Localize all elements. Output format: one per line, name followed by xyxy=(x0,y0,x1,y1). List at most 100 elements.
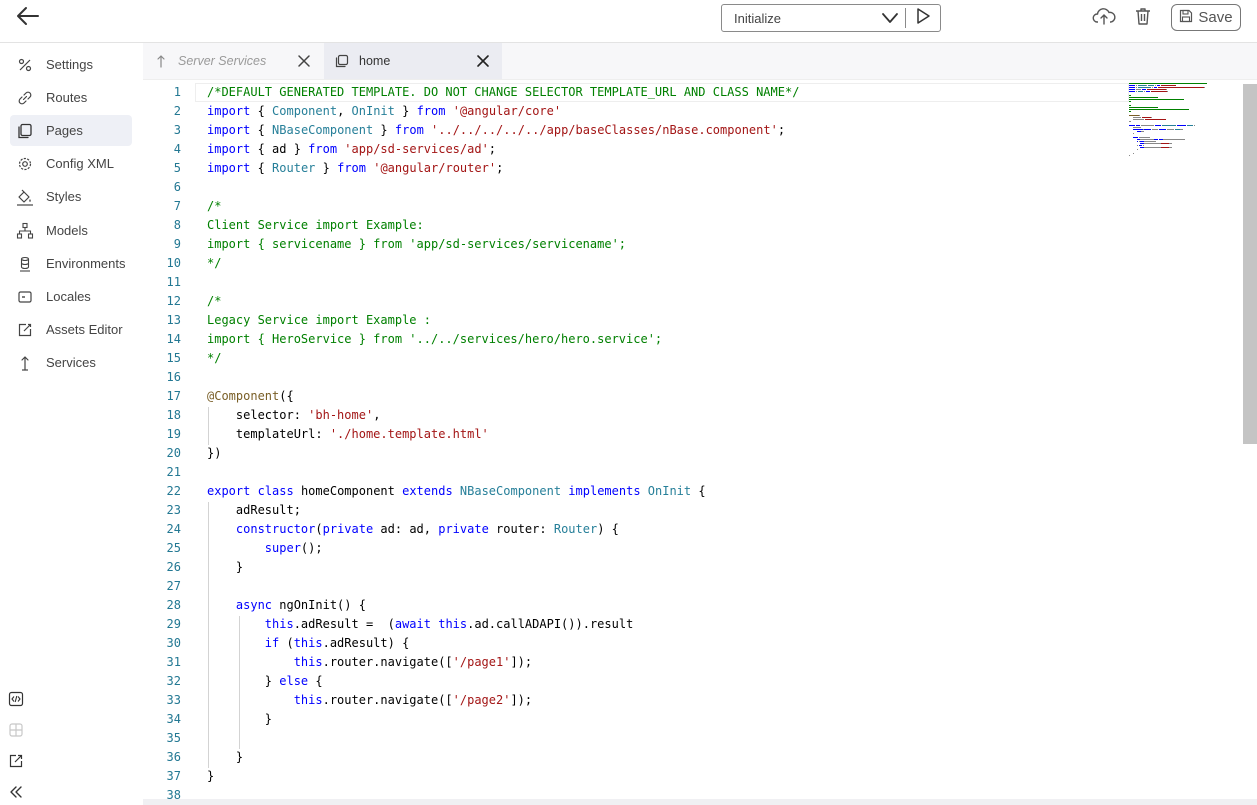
minimap-token xyxy=(1135,89,1142,90)
code-token: export xyxy=(207,484,251,498)
tab-server-services[interactable]: Server Services xyxy=(143,43,323,79)
open-external-button[interactable] xyxy=(6,753,26,773)
minimap-token xyxy=(1146,91,1150,92)
code-line: */ xyxy=(207,254,221,273)
code-line: selector: 'bh-home', xyxy=(207,406,381,425)
sidebar-item-models[interactable]: Models xyxy=(10,215,132,246)
models-hierarchy-icon xyxy=(16,222,34,240)
code-view-button[interactable] xyxy=(6,691,26,711)
code-token: .ad.callADAPI()).result xyxy=(467,617,634,631)
close-icon[interactable] xyxy=(295,52,313,70)
minimap-token xyxy=(1168,143,1172,144)
minimap-token xyxy=(1163,139,1186,140)
sidebar-item-styles[interactable]: Styles xyxy=(10,181,132,212)
sidebar-item-assets-editor[interactable]: Assets Editor xyxy=(10,314,132,345)
minimap-token xyxy=(1145,119,1167,120)
minimap-token xyxy=(1193,125,1195,126)
code-token: ; xyxy=(496,161,504,175)
sidebar-item-routes[interactable]: Routes xyxy=(10,82,132,113)
line-number: 6 xyxy=(173,180,181,194)
code-line: /*DEFAULT GENERATED TEMPLATE. DO NOT CHA… xyxy=(207,83,799,102)
run-button[interactable] xyxy=(906,5,940,31)
minimap-token xyxy=(1150,117,1152,118)
minimap-token xyxy=(1156,85,1161,86)
line-number: 34 xyxy=(166,712,181,726)
code-token: async xyxy=(235,598,273,612)
vertical-scrollbar[interactable] xyxy=(1243,84,1257,444)
sidebar-item-config-xml[interactable]: Config XML xyxy=(10,148,132,179)
code-editor[interactable]: 1 2 3 4 5 6 7 8 9 10 11 12 13 14 15 16 17 18 19 20 21 22 23 24 2… xyxy=(143,79,1257,799)
code-token: this xyxy=(293,636,323,650)
action-select[interactable]: Initialize xyxy=(722,5,905,31)
minimap-token xyxy=(1140,139,1154,140)
code-line: import { Router } from '@angular/router'… xyxy=(207,159,503,178)
code-line: templateUrl: './home.template.html' xyxy=(207,425,489,444)
minimap-token xyxy=(1144,147,1162,148)
code-line: @Component({ xyxy=(207,387,294,406)
code-line: this.adResult = (await this.ad.callADAPI… xyxy=(207,615,634,634)
minimap-token xyxy=(1135,87,1137,88)
tab-home[interactable]: home xyxy=(324,43,502,79)
sidebar-item-pages[interactable]: Pages xyxy=(10,115,132,146)
minimap-token xyxy=(1153,139,1159,140)
code-token: ) { xyxy=(597,522,619,536)
code-line: /* xyxy=(207,197,221,216)
horizontal-scrollbar-track[interactable] xyxy=(143,799,1257,805)
code-token: selector: xyxy=(207,408,309,422)
sidebar-item-locales[interactable]: Locales xyxy=(10,281,132,312)
minimap-token xyxy=(1144,129,1151,130)
code-token: extends xyxy=(402,484,453,498)
minimap-token xyxy=(1166,89,1168,90)
trash-icon xyxy=(1133,6,1153,31)
minimap-token xyxy=(1142,117,1151,118)
code-token: from xyxy=(394,123,424,137)
delete-button[interactable] xyxy=(1131,6,1155,30)
minimap-token xyxy=(1148,85,1154,86)
paint-bucket-icon xyxy=(16,188,34,206)
services-icon xyxy=(154,54,168,68)
code-token: '/page2' xyxy=(452,693,511,707)
sidebar-item-label: Assets Editor xyxy=(46,322,123,337)
sidebar-item-services[interactable]: Services xyxy=(10,347,132,378)
grid-view-button[interactable] xyxy=(6,722,26,742)
close-icon[interactable] xyxy=(474,52,492,70)
minimap-token xyxy=(1168,147,1172,148)
minimap-token xyxy=(1154,125,1162,126)
minimap-token xyxy=(1129,107,1159,108)
minimap-token xyxy=(1161,143,1169,144)
external-link-icon xyxy=(8,753,24,774)
code-token: .adResult = ( xyxy=(293,617,395,631)
indent-guide xyxy=(208,407,209,445)
minimap-token xyxy=(1141,125,1154,126)
back-button[interactable] xyxy=(14,6,42,30)
code-token: .adResult) { xyxy=(322,636,410,650)
code-token: { xyxy=(250,123,273,137)
sidebar-item-settings[interactable]: Settings xyxy=(10,49,132,80)
upload-button[interactable] xyxy=(1092,6,1116,30)
collapse-sidebar-button[interactable] xyxy=(6,784,26,804)
save-button[interactable]: Save xyxy=(1171,4,1241,31)
minimap-token xyxy=(1161,147,1169,148)
sidebar-item-environments[interactable]: Environments xyxy=(10,248,132,279)
code-token: Router xyxy=(272,161,316,175)
code-token: else xyxy=(279,674,309,688)
sidebar-item-label: Pages xyxy=(46,123,83,138)
code-line: this.router.navigate(['/page1']); xyxy=(207,653,532,672)
line-number: 29 xyxy=(166,617,181,631)
minimap-token xyxy=(1132,117,1142,118)
line-number: 11 xyxy=(166,275,181,289)
minimap-token xyxy=(1132,129,1144,130)
code-token: /*DEFAULT GENERATED TEMPLATE. DO NOT CHA… xyxy=(207,85,800,99)
code-token: { xyxy=(250,104,273,118)
line-number: 10 xyxy=(166,256,181,270)
routes-icon xyxy=(16,89,34,107)
minimap-token xyxy=(1129,85,1135,86)
config-gear-icon xyxy=(16,155,34,173)
minimap[interactable] xyxy=(1129,80,1241,799)
tab-label: home xyxy=(359,54,391,68)
code-line: import { Component, OnInit } from '@angu… xyxy=(207,102,561,121)
code-token: @Component xyxy=(207,389,280,403)
editor-tabs: Server Services home xyxy=(143,43,1257,79)
